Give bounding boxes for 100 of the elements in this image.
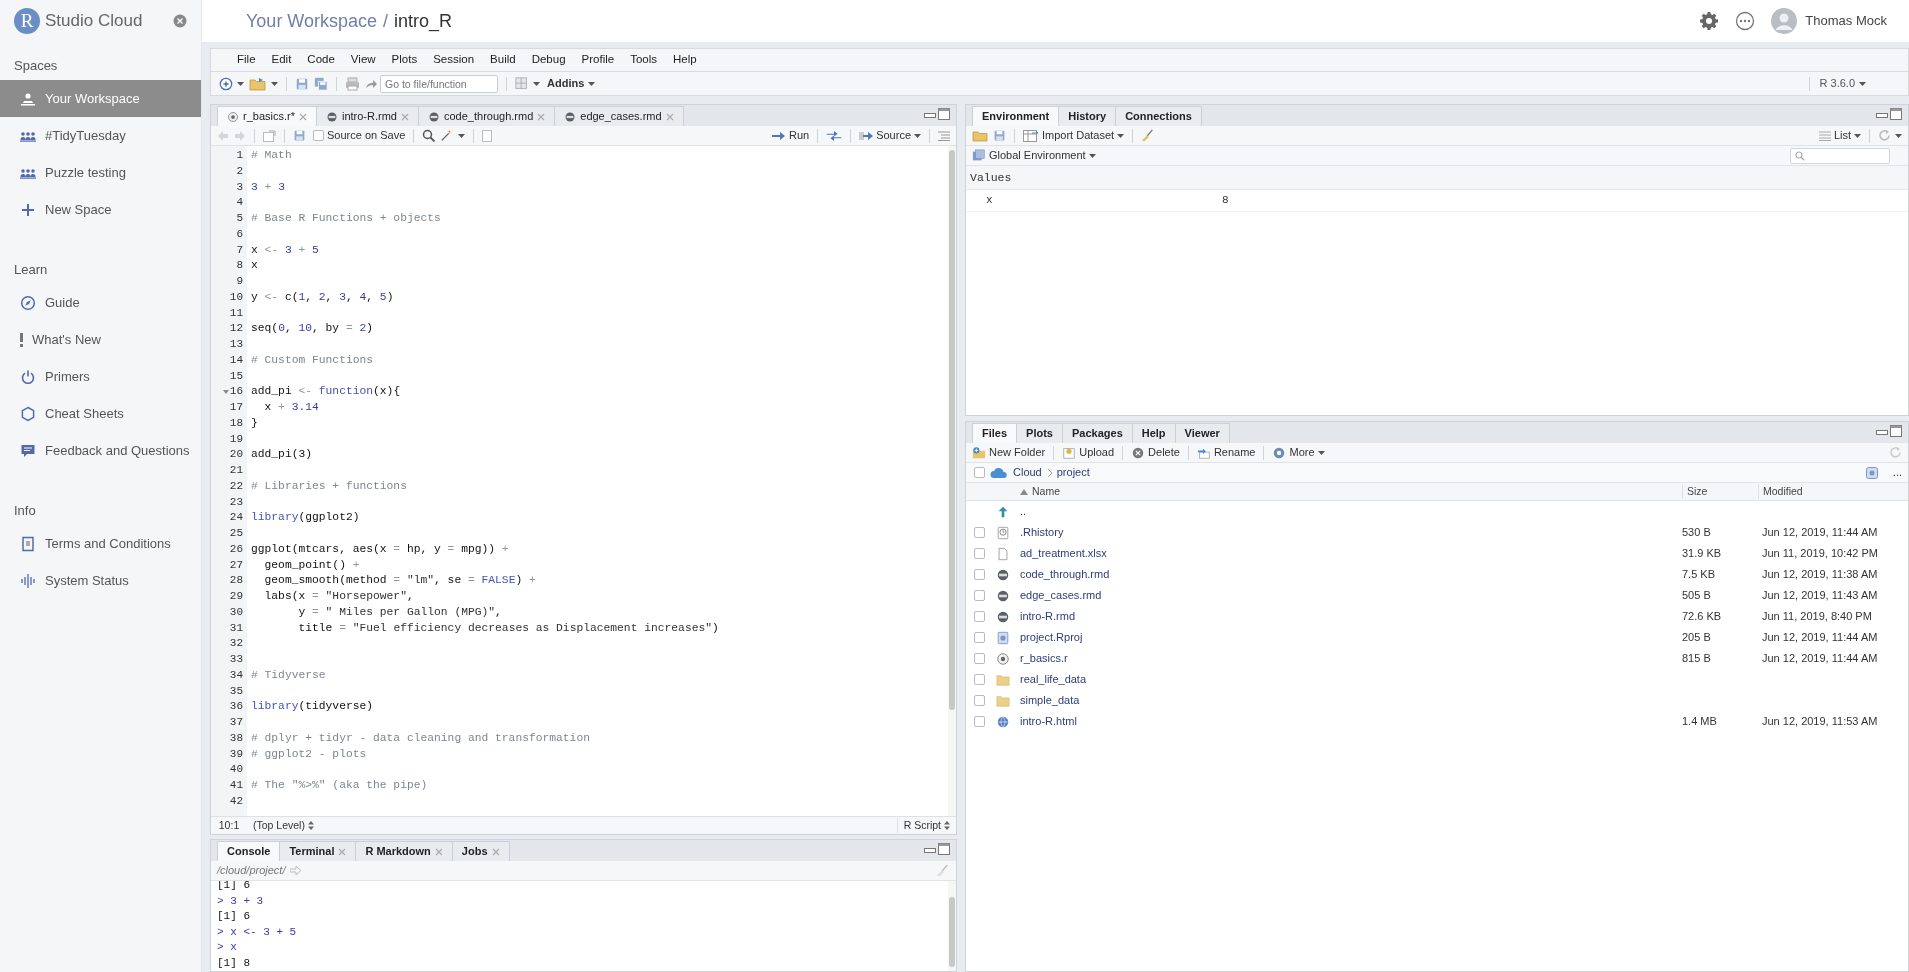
refresh-icon[interactable]	[1878, 129, 1891, 142]
tab[interactable]: Files	[972, 423, 1018, 443]
caret-icon[interactable]	[1859, 81, 1866, 86]
maximize-icon[interactable]	[938, 108, 950, 120]
path-link[interactable]: Cloud	[1013, 464, 1042, 481]
sidebar-item[interactable]: Guide	[0, 284, 201, 321]
addins-menu[interactable]: Addins	[545, 75, 598, 92]
file-action-button[interactable]: Delete	[1131, 444, 1180, 461]
row-checkbox[interactable]	[974, 695, 985, 706]
file-type-menu[interactable]: R Script	[896, 817, 956, 834]
minimize-icon[interactable]	[1876, 427, 1888, 435]
close-icon[interactable]	[401, 112, 409, 121]
avatar-icon[interactable]	[1771, 8, 1798, 34]
refresh-icon[interactable]	[1889, 446, 1902, 459]
file-action-button[interactable]: Upload	[1062, 444, 1115, 461]
source-button[interactable]: Source	[859, 127, 921, 144]
row-checkbox[interactable]	[974, 548, 985, 559]
outline-icon[interactable]	[938, 130, 950, 141]
r-version-menu[interactable]: R 3.6.0	[1817, 75, 1868, 92]
close-icon[interactable]	[173, 14, 187, 28]
tab[interactable]: Connections	[1115, 106, 1202, 126]
sidebar-item[interactable]: #TidyTuesday	[0, 117, 201, 154]
project-icon[interactable]	[1865, 466, 1878, 479]
save-all-icon[interactable]	[314, 76, 328, 91]
tab[interactable]: r_basics.r*	[217, 106, 317, 126]
minimize-icon[interactable]	[924, 845, 936, 853]
menu-item[interactable]: Tools	[622, 51, 665, 69]
tab[interactable]: edge_cases.rmd	[554, 106, 684, 126]
search-field[interactable]	[1790, 147, 1890, 164]
maximize-icon[interactable]	[938, 843, 950, 855]
path-link[interactable]: project	[1056, 464, 1090, 481]
more-icon[interactable]	[1735, 11, 1756, 31]
caret-icon[interactable]	[533, 81, 540, 86]
file-name[interactable]: project.Rproj	[1020, 629, 1682, 646]
new-file-icon[interactable]	[219, 76, 233, 91]
tab[interactable]: R Markdown	[355, 841, 453, 861]
caret-icon[interactable]	[588, 81, 596, 86]
menu-item[interactable]: Debug	[523, 51, 574, 69]
tab[interactable]: code_through.rmd	[418, 106, 556, 126]
tab[interactable]: Plots	[1016, 423, 1063, 443]
tab[interactable]: Terminal	[279, 841, 357, 861]
menu-item[interactable]: View	[342, 51, 384, 69]
menu-item[interactable]: Code	[299, 51, 343, 69]
row-checkbox[interactable]	[974, 590, 985, 601]
file-name[interactable]: intro-R.html	[1020, 713, 1682, 730]
more-menu[interactable]: ...	[1892, 464, 1902, 481]
menu-item[interactable]: Profile	[573, 51, 623, 69]
minimize-icon[interactable]	[924, 110, 936, 118]
close-icon[interactable]	[338, 847, 347, 856]
run-button[interactable]: Run	[771, 127, 810, 144]
arrow-icon[interactable]	[290, 866, 303, 875]
sidebar-item[interactable]: System Status	[0, 562, 201, 599]
settings-icon[interactable]	[1699, 11, 1720, 31]
close-icon[interactable]	[665, 112, 674, 121]
forward-icon[interactable]	[234, 129, 246, 142]
sort-icon[interactable]	[1020, 488, 1028, 495]
close-icon[interactable]	[434, 847, 443, 856]
close-icon[interactable]	[491, 847, 500, 856]
search-icon[interactable]	[422, 129, 436, 142]
menu-item[interactable]: File	[229, 51, 264, 69]
row-checkbox[interactable]	[974, 653, 985, 664]
tab[interactable]: Help	[1131, 423, 1176, 443]
file-name[interactable]: .Rhistory	[1020, 524, 1682, 541]
sidebar-item[interactable]: Primers	[0, 358, 201, 395]
print-icon[interactable]	[345, 76, 360, 91]
scrollbar-thumb[interactable]	[949, 897, 955, 967]
environment-menu[interactable]: Global Environment	[972, 147, 1096, 164]
caret-icon[interactable]	[1088, 153, 1096, 158]
file-name[interactable]: ad_treatment.xlsx	[1020, 545, 1682, 562]
maximize-icon[interactable]	[1890, 108, 1902, 120]
file-action-button[interactable]: New Folder	[972, 444, 1046, 461]
menu-item[interactable]: Edit	[263, 51, 300, 69]
caret-icon[interactable]	[237, 81, 244, 86]
caret-icon[interactable]	[458, 133, 466, 138]
caret-icon[interactable]	[1317, 450, 1325, 455]
view-mode-menu[interactable]: List	[1818, 127, 1861, 144]
sidebar-item[interactable]: Puzzle testing	[0, 154, 201, 191]
new-window-icon[interactable]	[263, 129, 276, 142]
import-dataset-menu[interactable]: Import Dataset	[1023, 127, 1125, 144]
column-header[interactable]: Size	[1682, 483, 1758, 500]
sidebar-item[interactable]: What's New	[0, 321, 201, 358]
menu-item[interactable]: Help	[665, 51, 705, 69]
file-name[interactable]: r_basics.r	[1020, 650, 1682, 667]
caret-icon[interactable]	[1895, 133, 1902, 138]
tab[interactable]: History	[1058, 106, 1117, 126]
caret-icon[interactable]	[1117, 133, 1125, 138]
file-name[interactable]: simple_data	[1020, 692, 1682, 709]
close-icon[interactable]	[537, 112, 546, 121]
minimize-icon[interactable]	[1876, 110, 1888, 118]
file-action-button[interactable]: Rename	[1196, 444, 1256, 461]
broom-icon[interactable]	[936, 863, 950, 878]
broom-icon[interactable]	[1141, 128, 1156, 143]
caret-icon[interactable]	[1854, 133, 1861, 138]
sidebar-item[interactable]: Cheat Sheets	[0, 395, 201, 432]
rerun-icon[interactable]	[826, 130, 843, 141]
tab[interactable]: Jobs	[451, 841, 510, 861]
tab[interactable]: Console	[217, 841, 281, 861]
row-checkbox[interactable]	[974, 632, 985, 643]
tab[interactable]: Environment	[972, 106, 1060, 126]
menu-item[interactable]: Build	[482, 51, 524, 69]
